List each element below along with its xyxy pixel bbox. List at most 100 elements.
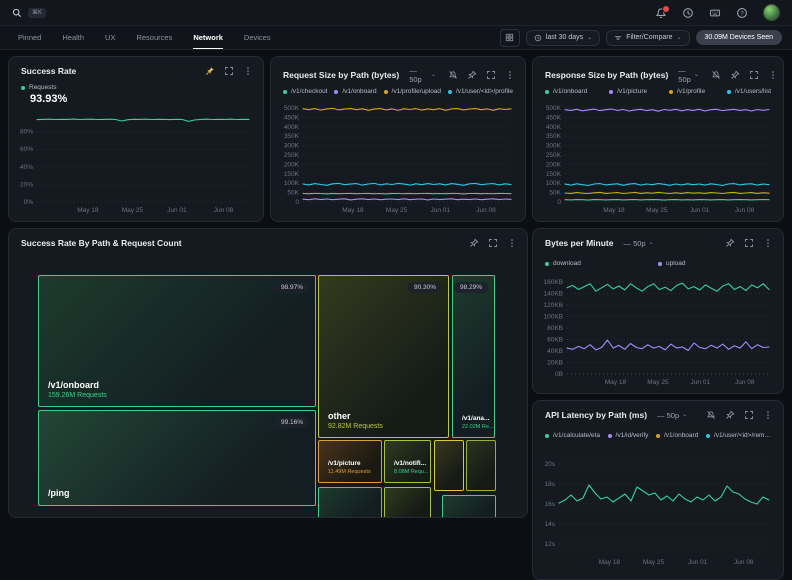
svg-text:50K: 50K xyxy=(549,190,561,197)
search-icon xyxy=(12,8,22,18)
kebab-icon[interactable] xyxy=(763,238,773,248)
percentile-dropdown[interactable]: — 50p ⌄ xyxy=(409,66,436,84)
kebab-icon[interactable] xyxy=(505,70,515,80)
kebab-icon[interactable] xyxy=(243,66,253,76)
tab-health[interactable]: Health xyxy=(62,26,84,49)
treemap-cell[interactable] xyxy=(318,487,382,518)
line-chart[interactable]: 20s18s16s14s12sMay 18May 25Jun 01Jun 08 xyxy=(537,449,775,567)
expand-icon[interactable] xyxy=(744,238,754,248)
svg-text:Jun 08: Jun 08 xyxy=(214,207,234,214)
bell-icon[interactable] xyxy=(655,7,667,19)
legend-item[interactable]: /v1/onboard xyxy=(334,88,376,95)
legend-item[interactable]: Requests xyxy=(21,84,56,91)
treemap-path-label: /v1/picture xyxy=(328,460,371,467)
clock-icon[interactable] xyxy=(682,7,694,19)
svg-text:Jun 08: Jun 08 xyxy=(734,559,754,566)
treemap-cell[interactable] xyxy=(384,487,431,518)
pin-icon[interactable] xyxy=(725,238,735,248)
line-chart[interactable]: 160KB140KB120KB100KB80KB60KB40KB20KB0BMa… xyxy=(537,277,775,387)
treemap-cell--ping[interactable]: 99.16%/ping xyxy=(38,410,316,506)
percentile-dropdown[interactable]: — 50p ⌄ xyxy=(624,239,654,248)
expand-icon[interactable] xyxy=(749,70,759,80)
svg-text:14s: 14s xyxy=(545,521,556,528)
legend-item[interactable]: /v1/onboard xyxy=(545,88,587,95)
tab-devices[interactable]: Devices xyxy=(244,26,271,49)
tab-network[interactable]: Network xyxy=(193,26,223,49)
legend-dot xyxy=(283,90,287,94)
alert-icon[interactable] xyxy=(448,70,458,80)
svg-text:0: 0 xyxy=(295,199,299,206)
percentile-dropdown[interactable]: — 50p ⌄ xyxy=(657,411,687,420)
pin-icon[interactable] xyxy=(725,410,735,420)
pin-icon[interactable] xyxy=(730,70,740,80)
svg-text:50K: 50K xyxy=(287,190,299,197)
svg-text:150K: 150K xyxy=(284,171,300,178)
time-range-button[interactable]: last 30 days ⌄ xyxy=(526,30,600,46)
legend-item[interactable]: /v1/users/list xyxy=(727,88,771,95)
legend-item[interactable]: /v1/profile/upload xyxy=(384,88,442,95)
svg-text:40%: 40% xyxy=(20,164,33,171)
keyboard-icon[interactable] xyxy=(709,7,721,19)
legend-label: /v1/onboard xyxy=(553,88,587,95)
legend-item[interactable]: /v1/user/<id>/rem… xyxy=(706,432,771,439)
pin-icon[interactable] xyxy=(467,70,477,80)
search-button[interactable]: ⌘K xyxy=(12,8,46,18)
expand-icon[interactable] xyxy=(744,410,754,420)
layout-grid-button[interactable] xyxy=(500,29,520,47)
legend-item[interactable]: /v1/id/verify xyxy=(608,432,649,439)
filter-compare-button[interactable]: Filter/Compare ⌄ xyxy=(606,30,689,46)
legend-item[interactable]: /v1/calculate/eta xyxy=(545,432,600,439)
kebab-icon[interactable] xyxy=(763,410,773,420)
svg-text:May 18: May 18 xyxy=(342,207,364,214)
treemap-cell--v1-picture[interactable]: /v1/picture11.49M Requests xyxy=(318,440,382,483)
legend-item[interactable]: /v1/onboard xyxy=(656,432,698,439)
treemap-cell[interactable] xyxy=(466,440,496,491)
percentile-dropdown[interactable]: — 50p ⌄ xyxy=(678,66,699,84)
tabs: Pinned Health UX Resources Network Devices xyxy=(18,26,271,49)
filter-compare-label: Filter/Compare xyxy=(626,34,672,41)
expand-icon[interactable] xyxy=(486,70,496,80)
legend-dot xyxy=(658,262,662,266)
treemap-cell--v1-notifi-[interactable]: /v1/notifi...8.08M Requ... xyxy=(384,440,431,483)
treemap-cell--v1-onboard[interactable]: 98.97%/v1/onboard159.26M Requests xyxy=(38,275,316,407)
legend-item[interactable]: /v1/user/<id>/profile xyxy=(448,88,513,95)
avatar[interactable] xyxy=(763,4,780,21)
legend-label: /v1/picture xyxy=(617,88,647,95)
pin-filled-icon[interactable] xyxy=(205,66,215,76)
tab-ux[interactable]: UX xyxy=(105,26,115,49)
legend-dot xyxy=(727,90,731,94)
tab-resources[interactable]: Resources xyxy=(136,26,172,49)
treemap-cell--v1-ana-[interactable]: 98.29%/v1/ana...22.02M Re... xyxy=(452,275,495,438)
alert-icon[interactable] xyxy=(711,70,721,80)
top-bar: ⌘K ? xyxy=(0,0,792,26)
legend-item[interactable]: /v1/checkout xyxy=(283,88,328,95)
chevron-down-icon: ⌄ xyxy=(431,73,436,77)
alert-icon[interactable] xyxy=(706,410,716,420)
legend-item[interactable]: /v1/picture xyxy=(609,88,647,95)
line-chart[interactable]: 500K450K400K350K300K250K200K150K100K50K0… xyxy=(537,103,775,215)
tab-pinned[interactable]: Pinned xyxy=(18,26,41,49)
treemap-cell-other[interactable]: 90.30%other92.82M Requests xyxy=(318,275,449,438)
svg-text:80KB: 80KB xyxy=(547,325,563,332)
line-chart[interactable]: 80%60%40%20%0%May 18May 25Jun 01Jun 08 xyxy=(13,109,255,215)
kebab-icon[interactable] xyxy=(768,70,778,80)
treemap-cell[interactable] xyxy=(442,495,496,518)
help-icon[interactable]: ? xyxy=(736,7,748,19)
svg-text:0%: 0% xyxy=(24,199,34,206)
treemap-cell[interactable] xyxy=(434,440,464,491)
legend-label: /v1/user/<id>/profile xyxy=(456,88,513,95)
legend-dot xyxy=(656,434,660,438)
treemap-path-label: /v1/notifi... xyxy=(394,460,429,467)
svg-text:May 25: May 25 xyxy=(646,207,668,214)
legend-item[interactable]: upload xyxy=(658,260,771,267)
svg-text:Jun 01: Jun 01 xyxy=(691,379,711,386)
expand-icon[interactable] xyxy=(224,66,234,76)
panel-bytes-per-minute: Bytes per Minute — 50p ⌄ downloadupload … xyxy=(532,228,784,394)
legend-item[interactable]: /v1/profile xyxy=(669,88,705,95)
legend-item[interactable]: download xyxy=(545,260,658,267)
treemap-path-label: /v1/onboard xyxy=(48,380,107,390)
line-chart[interactable]: 500K450K400K350K300K250K200K150K100K50K0… xyxy=(275,103,517,215)
svg-text:500K: 500K xyxy=(284,105,300,112)
devices-seen-badge[interactable]: 30.09M Devices Seen xyxy=(696,30,782,45)
chevron-down-icon: ⌄ xyxy=(694,73,699,77)
